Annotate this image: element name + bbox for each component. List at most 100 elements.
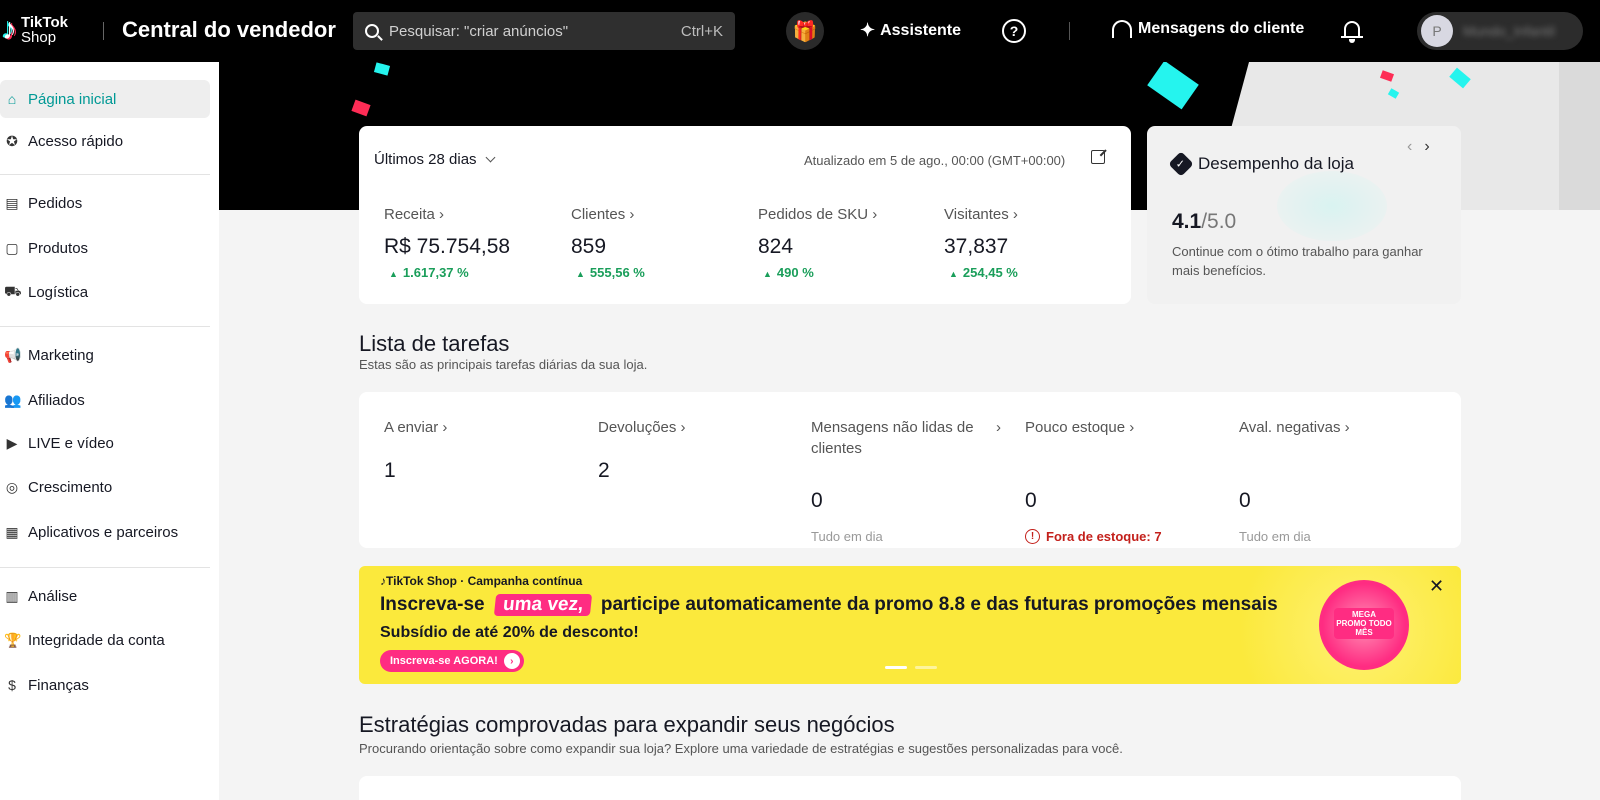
sidebar-divider xyxy=(0,567,210,568)
task-returns[interactable]: Devoluções › 2 xyxy=(598,417,788,482)
sparkle-icon: ✦ xyxy=(860,20,876,40)
banner-campaign: Campanha contínua xyxy=(467,574,583,588)
task-value: 1 xyxy=(384,459,396,482)
metric-customers[interactable]: Clientes › 859 ▲ 555,56 % xyxy=(571,206,751,280)
sidebar-item-label: Finanças xyxy=(28,676,89,694)
task-status: Tudo em dia xyxy=(1239,529,1311,544)
arrow-up-icon: ▲ xyxy=(389,269,398,279)
carousel-dots xyxy=(885,666,945,669)
banner-headline-pre: Inscreva-se xyxy=(380,594,485,615)
sidebar-item-analytics[interactable]: ▥ Análise xyxy=(0,577,210,615)
search-input[interactable]: Pesquisar: "criar anúncios" Ctrl+K xyxy=(353,12,735,50)
user-menu[interactable]: P Mundo_Infantil xyxy=(1417,12,1583,50)
task-negative-reviews[interactable]: Aval. negativas › 0 Tudo em dia xyxy=(1239,417,1429,544)
trophy-icon: 🏆 xyxy=(4,631,22,648)
metric-label: Receita xyxy=(384,206,435,223)
task-value: 2 xyxy=(598,459,610,482)
help-icon[interactable]: ? xyxy=(1002,19,1026,43)
period-dropdown[interactable]: Últimos 28 dias xyxy=(374,151,495,168)
banner-cta-label: Inscreva-se AGORA! xyxy=(390,655,498,667)
metric-visitors[interactable]: Visitantes › 37,837 ▲ 254,45 % xyxy=(944,206,1124,280)
sidebar-item-label: Marketing xyxy=(28,346,94,364)
sidebar-item-products[interactable]: ▢ Produtos xyxy=(0,229,210,267)
gift-icon[interactable]: 🎁 xyxy=(786,12,824,50)
tiktok-shop-logo[interactable]: ♪ TikTok Shop xyxy=(2,13,68,46)
confetti xyxy=(1147,62,1199,110)
customer-messages-label: Mensagens do cliente xyxy=(1138,20,1305,37)
sidebar-item-finance[interactable]: $ Finanças xyxy=(0,666,210,704)
task-low-stock[interactable]: Pouco estoque › 0 ! Fora de estoque: 7 xyxy=(1025,417,1215,544)
sidebar-item-account-health[interactable]: 🏆 Integridade da conta xyxy=(0,621,210,659)
arrow-up-icon: ▲ xyxy=(576,269,585,279)
sidebar-item-logistics[interactable]: ⛟ Logística xyxy=(0,273,210,311)
box-icon: ▢ xyxy=(5,239,19,256)
sidebar-item-orders[interactable]: ▤ Pedidos xyxy=(0,184,210,222)
sidebar-item-growth[interactable]: ◎ Crescimento xyxy=(0,468,210,506)
assistant-button[interactable]: ✦ Assistente xyxy=(860,20,961,41)
search-icon xyxy=(365,24,379,38)
bar-chart-icon: ▥ xyxy=(5,587,19,604)
sidebar-item-live-video[interactable]: ▶ LIVE e vídeo xyxy=(0,424,210,462)
clipboard-icon: ▤ xyxy=(5,194,19,211)
performance-description: Continue com o ótimo trabalho para ganha… xyxy=(1172,244,1423,278)
chevron-left-icon[interactable]: ‹ xyxy=(1407,138,1424,155)
sidebar-item-home[interactable]: ⌂ Página inicial xyxy=(0,80,210,118)
sidebar-item-label: Página inicial xyxy=(28,90,117,108)
brand-shop: Shop xyxy=(21,29,57,46)
performance-score: 4.1 xyxy=(1172,210,1202,233)
task-list-title: Lista de tarefas xyxy=(359,331,510,356)
task-value: 0 xyxy=(1025,489,1037,512)
divider xyxy=(103,22,104,40)
banner-headline-highlight: uma vez, xyxy=(493,594,592,616)
store-performance-card[interactable]: ✓ Desempenho da loja ‹› 4.1/5.0 Continue… xyxy=(1147,126,1461,304)
metric-sku-orders[interactable]: Pedidos de SKU › 824 ▲ 490 % xyxy=(758,206,938,280)
edit-icon[interactable] xyxy=(1091,150,1105,164)
tiktok-note-icon: ♪ xyxy=(2,13,17,46)
carousel-dot[interactable] xyxy=(915,666,937,669)
user-name: Mundo_Infantil xyxy=(1463,23,1555,39)
medal-icon: ◎ xyxy=(5,478,19,495)
sidebar-item-label: Logística xyxy=(28,283,89,301)
sidebar-item-marketing[interactable]: 📢 Marketing xyxy=(0,336,210,374)
close-icon[interactable]: ✕ xyxy=(1429,576,1444,597)
sidebar-item-quick-access[interactable]: ✪ Acesso rápido xyxy=(0,122,210,160)
metric-revenue[interactable]: Receita › R$ 75.754,58 ▲ 1.617,37 % xyxy=(384,206,564,280)
task-value: 0 xyxy=(1239,489,1251,512)
metric-change: 1.617,37 % xyxy=(402,265,469,280)
star-icon: ✪ xyxy=(6,132,18,149)
bell-icon[interactable] xyxy=(1341,19,1363,43)
metric-value: 37,837 xyxy=(944,235,1009,258)
metric-value: R$ 75.754,58 xyxy=(384,235,511,258)
apps-icon: ▦ xyxy=(5,523,19,540)
campaign-banner[interactable]: ♪TikTok Shop · Campanha contínua Inscrev… xyxy=(359,566,1461,684)
sidebar-item-apps-partners[interactable]: ▦ Aplicativos e parceiros xyxy=(0,513,210,551)
sidebar-divider xyxy=(0,326,210,327)
video-icon: ▶ xyxy=(6,434,18,451)
home-icon: ⌂ xyxy=(7,91,17,107)
customer-messages-button[interactable]: Mensagens do cliente xyxy=(1112,20,1304,38)
chevron-down-icon xyxy=(485,152,495,163)
task-label: Mensagens não lidas de clientes xyxy=(811,419,974,457)
task-label: Pouco estoque xyxy=(1025,419,1126,436)
performance-icon: ✓ xyxy=(1168,151,1194,177)
avatar: P xyxy=(1421,15,1453,47)
top-bar: ♪ TikTok Shop Central do vendedor Pesqui… xyxy=(0,0,1600,62)
sidebar-item-affiliates[interactable]: 👥 Afiliados xyxy=(0,381,210,419)
task-value: 0 xyxy=(811,489,823,512)
strategies-subtitle: Procurando orientação sobre como expandi… xyxy=(359,741,1123,756)
headset-icon xyxy=(1112,20,1132,38)
carousel-dot[interactable] xyxy=(885,666,907,669)
sidebar-item-label: Produtos xyxy=(28,239,89,257)
chevron-right-icon[interactable]: › xyxy=(1424,138,1441,155)
task-to-ship[interactable]: A enviar › 1 xyxy=(384,417,574,482)
sidebar-item-label: Integridade da conta xyxy=(28,631,165,649)
task-status: Tudo em dia xyxy=(811,529,883,544)
updated-timestamp: Atualizado em 5 de ago., 00:00 (GMT+00:0… xyxy=(804,153,1066,168)
sidebar-item-label: Afiliados xyxy=(28,391,85,409)
promo-badge: MEGA PROMO TODO MÊS xyxy=(1334,608,1394,639)
arrow-up-icon: ▲ xyxy=(949,269,958,279)
banner-cta-button[interactable]: Inscreva-se AGORA! › xyxy=(380,650,524,672)
search-shortcut: Ctrl+K xyxy=(680,22,723,40)
task-unread-messages[interactable]: Mensagens não lidas de clientes › 0 Tudo … xyxy=(811,417,1001,544)
metric-change: 555,56 % xyxy=(589,265,645,280)
